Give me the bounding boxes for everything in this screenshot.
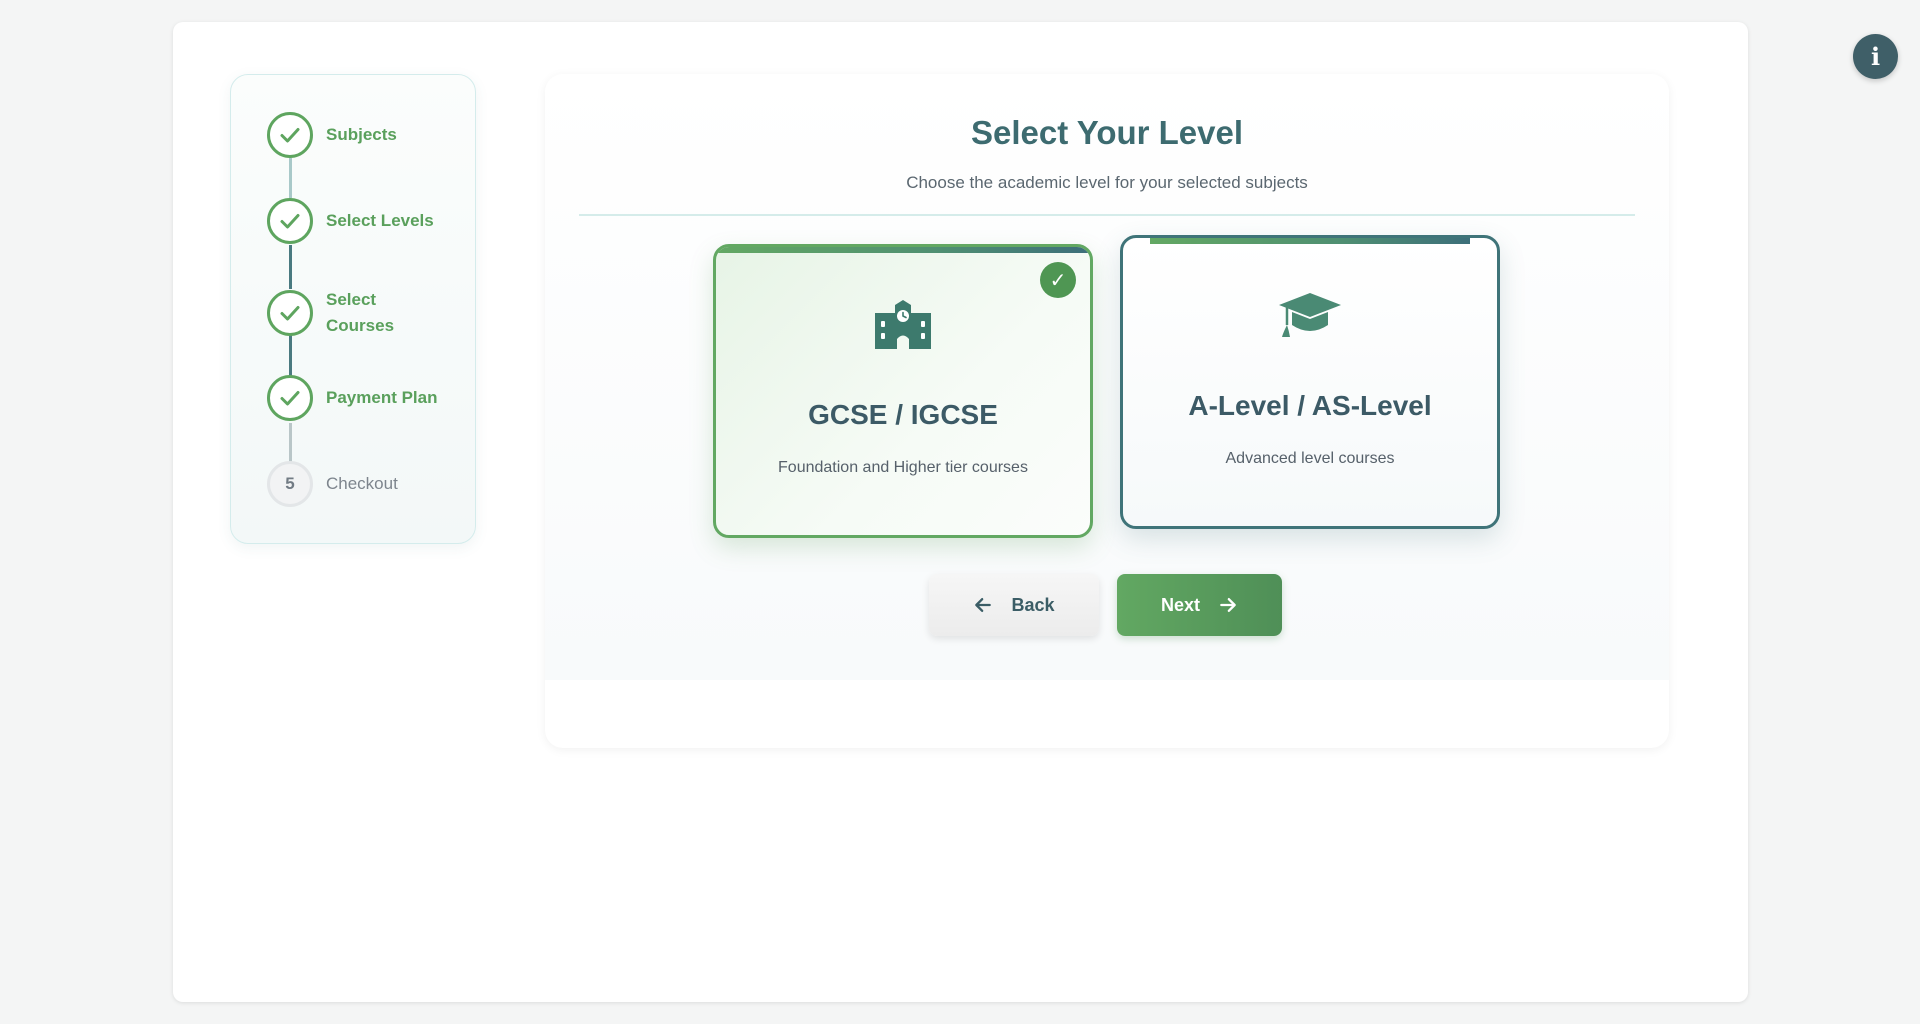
step-number-circle: 5 [267,461,313,507]
step-connector [289,158,292,198]
step-select-courses[interactable]: Select Courses [267,287,416,339]
next-button[interactable]: Next [1117,574,1282,636]
step-select-levels[interactable]: Select Levels [267,198,434,244]
arrow-right-icon [1220,598,1236,612]
card-accent-bar [716,247,1090,253]
step-check-circle [267,198,313,244]
back-button[interactable]: Back [929,574,1099,636]
progress-stepper: Subjects Select Levels Select Courses Pa… [230,74,476,544]
card-accent-bar [1150,238,1470,244]
level-description: Advanced level courses [1225,450,1395,467]
level-description: Foundation and Higher tier courses [778,459,1028,476]
step-label: Payment Plan [326,388,438,407]
page-title: Select Your Level [970,114,1244,151]
step-label: Select Levels [326,211,434,230]
arrow-left-icon [975,598,992,612]
graduation-cap-icon [1279,293,1341,337]
step-check-circle [267,112,313,158]
level-card-gcse[interactable]: ✓ GCSE / IGCSE Foundation and Higher tie… [713,244,1093,538]
level-title: A-Level / AS-Level [1188,390,1432,421]
info-button[interactable]: i [1853,34,1898,79]
step-connector [289,335,292,377]
check-icon [280,214,300,229]
step-checkout[interactable]: 5 Checkout [267,461,398,507]
step-connector [289,423,292,463]
back-label: Back [1011,594,1055,615]
level-title: GCSE / IGCSE [808,399,998,430]
step-subjects[interactable]: Subjects [267,112,397,158]
step-label: Subjects [326,125,397,144]
selected-check-icon: ✓ [1040,262,1076,298]
step-check-circle [267,375,313,421]
level-card-a-level[interactable]: A-Level / AS-Level Advanced level course… [1120,235,1500,529]
divider [579,214,1635,216]
step-check-circle [267,290,313,336]
step-label: Checkout [326,474,398,493]
school-icon [875,300,931,349]
check-icon [280,306,300,321]
step-connector [289,245,292,289]
check-icon [280,128,300,143]
step-label: Select Courses [326,290,395,335]
page-subtitle: Choose the academic level for your selec… [906,173,1308,192]
next-label: Next [1160,594,1200,615]
check-icon [280,391,300,406]
step-payment-plan[interactable]: Payment Plan [267,375,438,421]
